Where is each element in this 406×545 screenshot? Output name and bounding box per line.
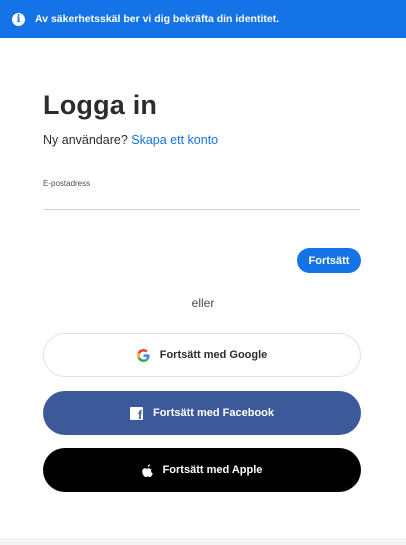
or-divider-text: eller [191,296,215,310]
page-title: Logga in [43,90,158,120]
new-user-row: Ny användare? Skapa ett konto [43,133,218,147]
apple-button-label: Fortsätt med Apple [162,464,263,476]
facebook-icon: f [129,406,143,422]
banner-text: Av säkerhetsskäl ber vi dig bekräfta din… [35,13,280,25]
new-user-text: Ny användare? [43,133,128,147]
google-icon [136,348,150,362]
continue-with-facebook-button[interactable]: f Fortsätt med Facebook [43,391,361,435]
email-label: E-postadress [43,179,91,188]
info-icon: i [12,12,25,26]
signin-card: Logga in Ny användare? Skapa ett konto E… [0,38,406,538]
continue-with-apple-button[interactable]: Fortsätt med Apple [43,448,361,492]
google-button-label: Fortsätt med Google [159,349,268,361]
create-account-link[interactable]: Skapa ett konto [131,133,218,147]
continue-with-google-button[interactable]: Fortsätt med Google [43,333,361,377]
email-field[interactable] [43,190,360,210]
apple-icon [141,463,153,477]
security-banner: i Av säkerhetsskäl ber vi dig bekräfta d… [0,0,406,38]
continue-button[interactable]: Fortsätt [297,248,361,273]
facebook-button-label: Fortsätt med Facebook [152,407,275,419]
